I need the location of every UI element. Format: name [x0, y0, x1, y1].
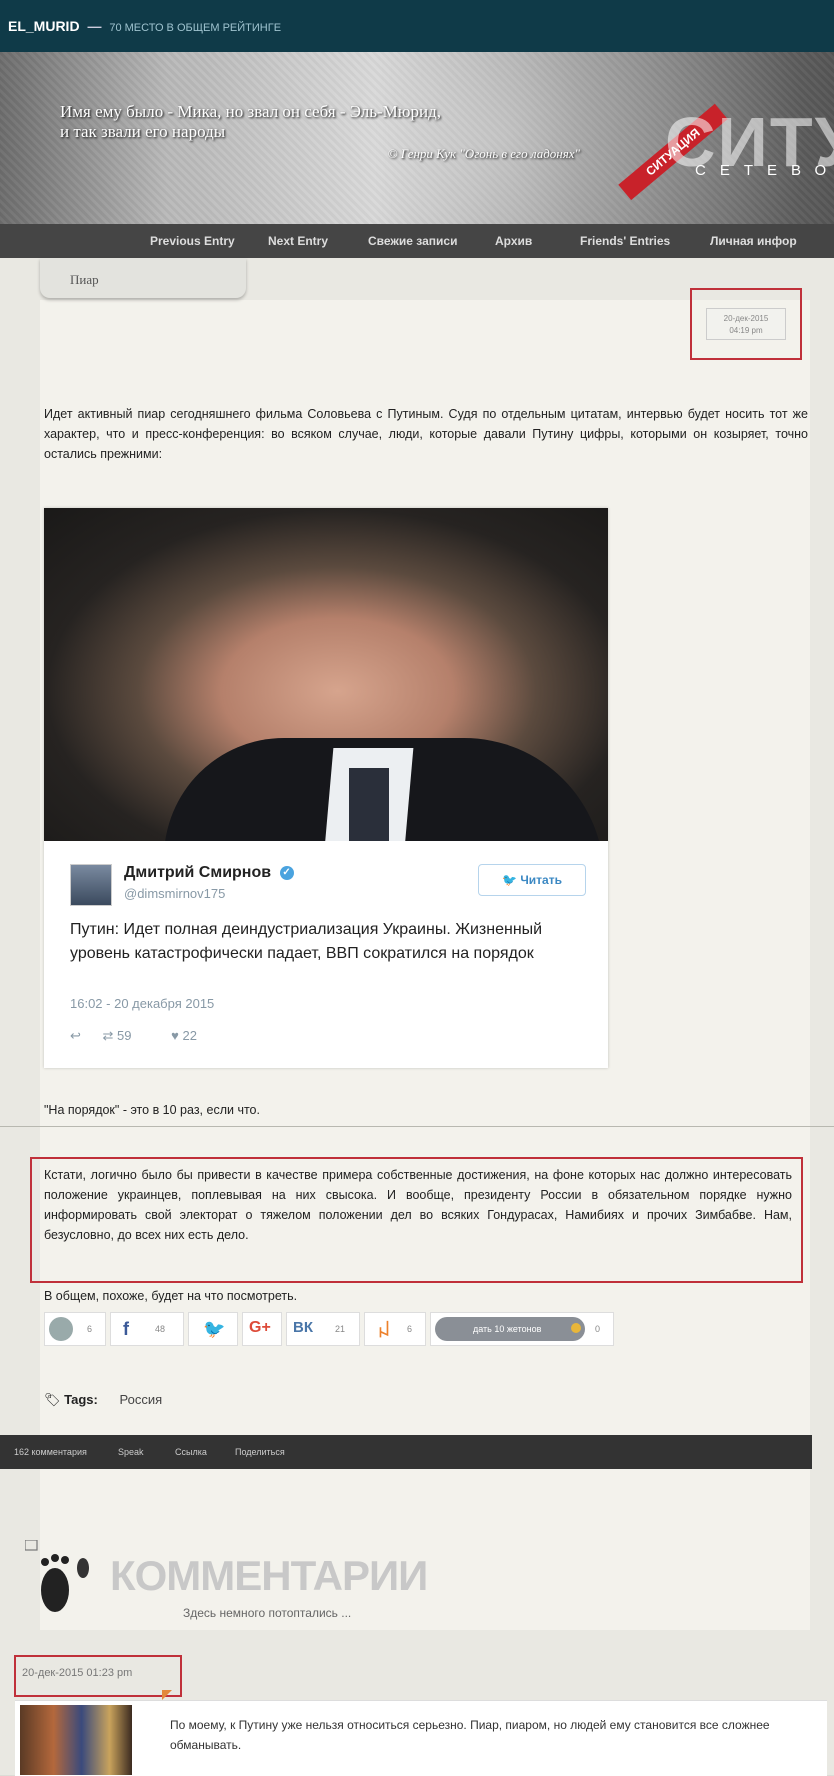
post-date-highlight: 20-дек-2015 04:19 pm: [690, 288, 802, 360]
comment-date-highlight: 20-дек-2015 01:23 pm: [14, 1655, 182, 1697]
tokens-count: 0: [595, 1324, 601, 1334]
share-gplus-button[interactable]: G+: [242, 1312, 282, 1346]
share-facebook-button[interactable]: f 48: [110, 1312, 184, 1346]
post-highlight-text: Кстати, логично было бы привести в качес…: [44, 1168, 792, 1242]
nav-archive[interactable]: Архив: [495, 234, 532, 248]
nav-recent-entries[interactable]: Свежие записи: [368, 234, 457, 248]
tweet-author[interactable]: Дмитрий Смирнов ✓: [124, 864, 294, 882]
permalink-link[interactable]: Ссылка: [175, 1447, 207, 1457]
share-link[interactable]: Поделиться: [235, 1447, 285, 1457]
comment-flag-icon: [162, 1690, 172, 1700]
banner-small-word: СЕТЕВО: [695, 162, 834, 179]
share-facebook-count: 48: [155, 1324, 166, 1334]
tag-icon: 🏷: [44, 1392, 61, 1407]
token-coin-icon: [571, 1323, 581, 1333]
post-action-bar: 162 комментария Speak Ссылка Поделиться: [0, 1435, 812, 1469]
share-vk-count: 21: [335, 1324, 346, 1334]
nav-bar: Previous Entry Next Entry Свежие записи …: [0, 224, 834, 258]
tweet-avatar[interactable]: [70, 864, 112, 906]
share-ok-button[interactable]: ꈤ 6: [364, 1312, 426, 1346]
lj-icon: [49, 1317, 73, 1341]
share-twitter-button[interactable]: 🐦: [188, 1312, 238, 1346]
username[interactable]: EL_MURID: [8, 18, 80, 34]
nav-previous-entry[interactable]: Previous Entry: [150, 234, 235, 248]
share-lj-button[interactable]: 6: [44, 1312, 106, 1346]
facebook-icon: f: [123, 1319, 129, 1339]
tweet-handle[interactable]: @dimsmirnov175: [124, 886, 225, 901]
tweet-photo[interactable]: [44, 508, 608, 841]
share-lj-count: 6: [87, 1324, 93, 1334]
post-subject-tab: Пиар: [40, 258, 246, 298]
twitter-bird-icon: 🐦: [502, 873, 521, 887]
follow-button[interactable]: 🐦 Читать: [478, 864, 586, 896]
post-date-day: 20-дек-2015: [723, 314, 769, 323]
gplus-icon: G+: [249, 1319, 271, 1336]
retweet-count: 59: [117, 1028, 132, 1043]
retweet-button[interactable]: ⇄ 59: [103, 1028, 150, 1043]
page: EL_MURID — 70 МЕСТО В ОБЩЕМ РЕЙТИНГЕ Имя…: [0, 0, 834, 1776]
nav-next-entry[interactable]: Next Entry: [268, 234, 328, 248]
photo-tie: [349, 768, 389, 841]
tokens-label: дать 10 жетонов: [473, 1324, 542, 1334]
embedded-tweet: Дмитрий Смирнов ✓ @dimsmirnov175 🐦 Читат…: [44, 508, 608, 1068]
tweet-text: Путин: Идет полная деиндустриализация Ук…: [70, 921, 543, 962]
title-separator: —: [87, 18, 102, 34]
comment-avatar[interactable]: [20, 1705, 132, 1775]
quote-line-1: Имя ему было - Мика, но звал он себя - Э…: [60, 102, 441, 121]
comments-header: КОММЕНТАРИИ Здесь немного потоптались ..…: [15, 1540, 515, 1630]
quote-line-2: и так звали его народы: [60, 122, 226, 141]
speak-link[interactable]: Speak: [118, 1447, 144, 1457]
tweet-actions: ↩ ⇄ 59 ♥ 22: [70, 1028, 233, 1044]
banner-quote: Имя ему было - Мика, но звал он себя - Э…: [60, 102, 580, 164]
nav-profile[interactable]: Личная инфор: [710, 234, 797, 248]
give-tokens-button[interactable]: дать 10 жетонов 0: [430, 1312, 614, 1346]
quote-source: © Генри Кук "Огонь в его ладонях": [387, 146, 580, 161]
reply-icon[interactable]: ↩: [70, 1028, 81, 1043]
post-closing: В общем, похоже, будет на что посмотреть…: [44, 1289, 298, 1303]
tweet-author-name[interactable]: Дмитрий Смирнов: [124, 864, 271, 881]
comments-subtitle: Здесь немного потоптались ...: [183, 1606, 352, 1620]
vk-icon: ВК: [293, 1319, 313, 1336]
post-date-time: 04:19 pm: [729, 326, 763, 335]
comment-date[interactable]: 20-дек-2015 01:23 pm: [22, 1667, 132, 1679]
like-count: 22: [182, 1028, 197, 1043]
rating-label[interactable]: 70 МЕСТО В ОБЩЕМ РЕЙТИНГЕ: [109, 22, 281, 34]
post-note: "На порядок" - это в 10 раз, если что.: [44, 1103, 260, 1117]
divider: [0, 1126, 834, 1127]
post-tags: 🏷 Tags: Россия: [44, 1392, 162, 1408]
odnoklassniki-icon: ꈤ: [377, 1321, 392, 1341]
header-banner: Имя ему было - Мика, но звал он себя - Э…: [0, 52, 834, 224]
post-subject[interactable]: Пиар: [70, 272, 99, 288]
verified-badge-icon: ✓: [279, 865, 294, 880]
tweet-time[interactable]: 16:02 - 20 декабря 2015: [70, 996, 214, 1011]
share-ok-count: 6: [407, 1324, 413, 1334]
footprints-icon: [25, 1540, 89, 1612]
post-date: 20-дек-2015 04:19 pm: [706, 308, 786, 340]
top-bar: EL_MURID — 70 МЕСТО В ОБЩЕМ РЕЙТИНГЕ: [0, 0, 834, 52]
comments-title: КОММЕНТАРИИ: [110, 1552, 428, 1599]
share-vk-button[interactable]: ВК 21: [286, 1312, 360, 1346]
twitter-icon: 🐦: [203, 1319, 226, 1339]
tag-link[interactable]: Россия: [119, 1392, 162, 1407]
tags-label: Tags:: [64, 1392, 98, 1407]
comments-count-link[interactable]: 162 комментария: [14, 1447, 87, 1457]
journal-title[interactable]: EL_MURID — 70 МЕСТО В ОБЩЕМ РЕЙТИНГЕ: [8, 18, 281, 34]
like-button[interactable]: ♥ 22: [171, 1028, 215, 1043]
follow-button-label: Читать: [520, 873, 562, 887]
nav-friends-entries[interactable]: Friends' Entries: [580, 234, 670, 248]
post-intro: Идет активный пиар сегодняшнего фильма С…: [44, 407, 808, 461]
comment-text: По моему, к Путину уже нельзя относиться…: [170, 1718, 770, 1752]
